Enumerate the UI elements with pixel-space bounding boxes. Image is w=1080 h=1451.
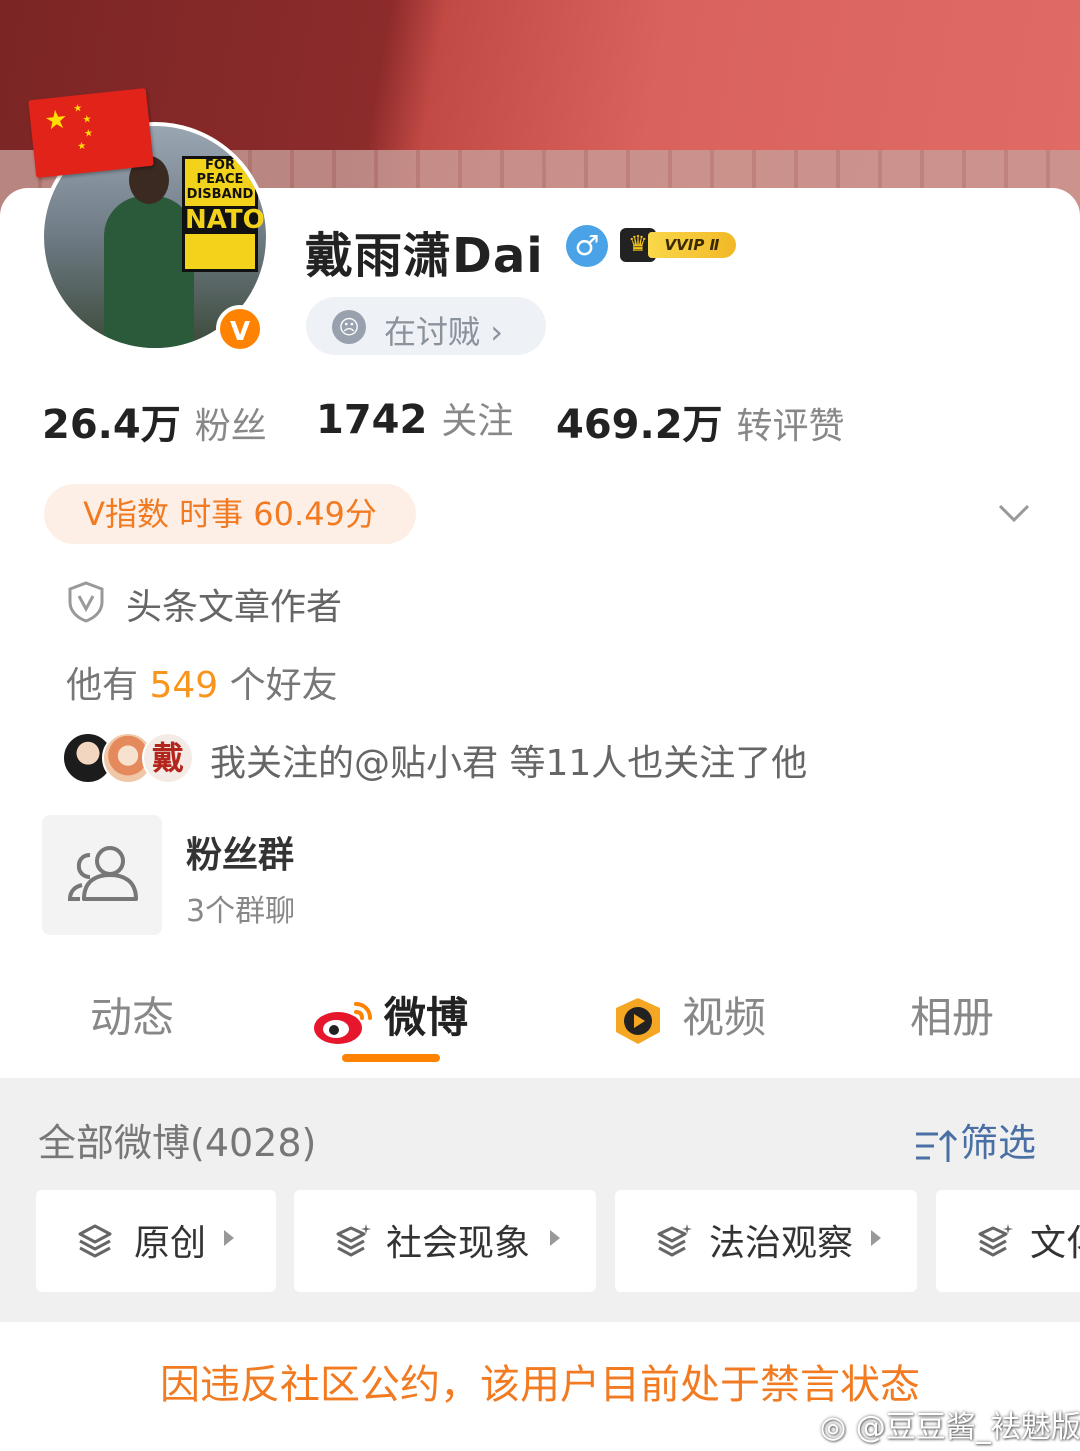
v-index-badge[interactable]: V指数 时事 60.49分 <box>44 484 416 544</box>
active-tab-indicator <box>342 1054 440 1062</box>
filter-sort-icon <box>916 1129 958 1162</box>
china-flag-icon: ★ ★ ★ ★ ★ <box>28 88 154 178</box>
vvip-badge[interactable]: ♛ VVIP Ⅱ <box>620 228 738 262</box>
chip-social[interactable]: 社会现象 <box>294 1190 596 1292</box>
stat-interactions[interactable]: 469.2万 转评赞 <box>556 392 845 450</box>
stat-following-label: 关注 <box>441 401 514 442</box>
mood-status-button[interactable]: ☹ 在讨贼 › <box>306 297 546 355</box>
layers-sparkle-icon <box>336 1224 371 1257</box>
tab-video[interactable]: 视频 <box>608 984 766 1046</box>
chip-caret-icon <box>224 1230 234 1246</box>
layers-icon <box>78 1224 112 1258</box>
watermark: ◎ @豆豆酱_袪魅版 <box>820 1402 1080 1446</box>
tab-video-label: 视频 <box>682 993 767 1042</box>
verified-badge-icon: V <box>216 305 264 353</box>
sign-line-2: DISBAND <box>186 186 254 202</box>
stat-followers[interactable]: 26.4万 粉丝 <box>42 392 267 450</box>
weibo-logo-icon <box>314 1001 372 1044</box>
stat-following-value: 1742 <box>316 397 428 443</box>
watermark-text: @豆豆酱_袪魅版 <box>855 1410 1080 1445</box>
tab-album[interactable]: 相册 <box>910 984 994 1045</box>
vvip-label: VVIP Ⅱ <box>648 232 736 258</box>
chip-caret-icon <box>871 1230 881 1246</box>
chip-caret-icon <box>550 1230 560 1246</box>
chevron-right-icon: › <box>490 313 503 351</box>
mutual-follow-row[interactable]: 戴 我关注的@贴小君 等11人也关注了他 <box>62 730 962 786</box>
stat-followers-value: 26.4万 <box>42 402 181 448</box>
tab-dynamic[interactable]: 动态 <box>90 984 174 1045</box>
mood-status-label: 在讨贼 <box>384 313 481 351</box>
chip-culture[interactable]: 文化 <box>936 1190 1080 1292</box>
stat-interactions-value: 469.2万 <box>556 402 723 448</box>
friends-prefix: 他有 <box>66 665 139 706</box>
chip-original[interactable]: 原创 <box>36 1190 276 1292</box>
chip-law[interactable]: 法治观察 <box>615 1190 917 1292</box>
chip-social-label: 社会现象 <box>386 1223 531 1264</box>
weibo-watermark-icon: ◎ <box>820 1410 847 1445</box>
stat-following[interactable]: 1742 关注 <box>316 392 513 444</box>
chip-original-label: 原创 <box>134 1223 207 1264</box>
certification-text: 头条文章作者 <box>126 587 343 628</box>
male-gender-icon: ♂ <box>566 225 608 267</box>
mood-status-text: 在讨贼 › <box>384 307 503 353</box>
stat-interactions-label: 转评赞 <box>736 406 845 447</box>
angry-face-icon: ☹ <box>332 310 366 344</box>
fan-group-subtitle: 3个群聊 <box>186 894 296 929</box>
tab-weibo[interactable]: 微博 <box>312 984 468 1046</box>
layers-sparkle-icon <box>657 1224 692 1257</box>
chip-culture-label: 文化 <box>1030 1223 1080 1264</box>
fan-group-title[interactable]: 粉丝群 <box>186 826 294 878</box>
filter-label: 筛选 <box>960 1121 1037 1165</box>
profile-name: 戴雨潇Dai <box>305 228 544 284</box>
chip-law-label: 法治观察 <box>709 1223 854 1264</box>
sign-big-text: NATO <box>185 204 265 235</box>
friends-count[interactable]: 他有 549 个好友 <box>66 656 338 708</box>
video-play-icon <box>616 997 660 1044</box>
stat-followers-label: 粉丝 <box>194 406 267 447</box>
fan-group-icon-box[interactable] <box>42 815 162 935</box>
sign-line-1: FOR PEACE <box>196 158 244 188</box>
group-users-icon <box>67 846 138 901</box>
friends-suffix: 个好友 <box>229 665 338 706</box>
layers-sparkle-icon <box>978 1224 1013 1257</box>
avatar-person <box>104 156 194 348</box>
expand-chevron-down-icon[interactable] <box>996 494 1032 530</box>
all-weibo-count: 全部微博(4028) <box>38 1121 317 1165</box>
mutual-follow-text: 我关注的@贴小君 等11人也关注了他 <box>210 743 808 784</box>
mutual-avatar-3: 戴 <box>142 732 194 784</box>
friends-number: 549 <box>149 665 219 706</box>
tab-weibo-label: 微博 <box>384 993 469 1042</box>
shield-v-icon <box>68 581 104 623</box>
filter-button[interactable]: 筛选 <box>914 1112 1036 1167</box>
avatar-sign: FOR PEACE DISBAND NATO <box>182 156 265 272</box>
